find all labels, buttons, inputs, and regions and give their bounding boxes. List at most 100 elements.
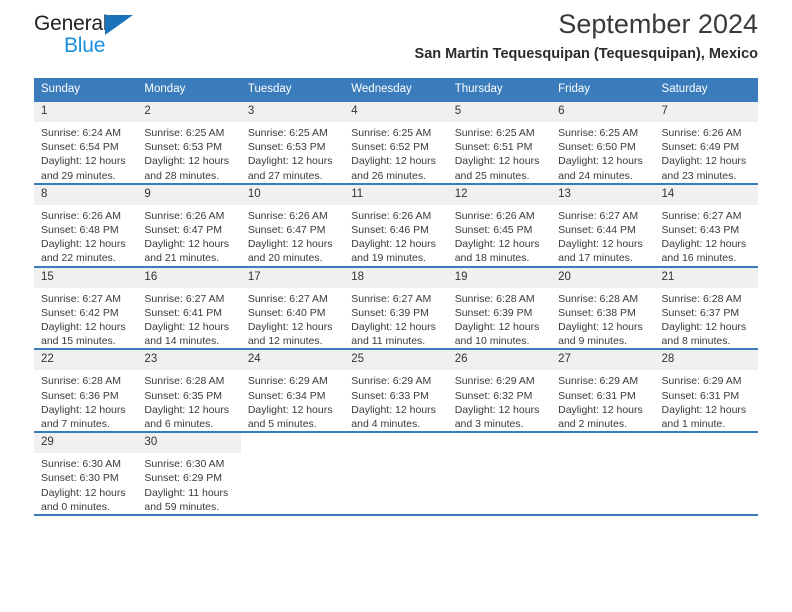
day-info bbox=[344, 453, 447, 457]
daylight-text: Daylight: 12 hours and 5 minutes. bbox=[247, 403, 333, 431]
daylight-text: Daylight: 11 hours and 59 minutes. bbox=[144, 486, 229, 513]
day-number: 17 bbox=[240, 267, 345, 288]
calendar-day-cell[interactable]: 21 Sunrise: 6:28 AM Sunset: 6:37 PM Dayligh… bbox=[654, 265, 758, 350]
day-number bbox=[344, 433, 448, 454]
calendar-day-cell[interactable]: 27 Sunrise: 6:29 AM Sunset: 6:31 PM Dayligh… bbox=[551, 348, 655, 433]
day-info: Sunrise: 6:27 AM Sunset: 6:41 PM Daylight:… bbox=[137, 288, 240, 349]
day-number bbox=[654, 433, 758, 454]
sunset-text: Sunset: 6:50 PM bbox=[558, 141, 636, 154]
day-info: Sunrise: 6:29 AM Sunset: 6:32 PM Daylight:… bbox=[448, 370, 551, 431]
day-number: 20 bbox=[551, 267, 655, 288]
sunset-text: Sunset: 6:48 PM bbox=[41, 224, 119, 237]
sunset-text: Sunset: 6:49 PM bbox=[661, 141, 740, 154]
day-number: 27 bbox=[551, 350, 655, 371]
sunset-text: Sunset: 6:31 PM bbox=[558, 389, 636, 402]
calendar-day-cell[interactable]: 23 Sunrise: 6:28 AM Sunset: 6:35 PM Dayligh… bbox=[137, 348, 241, 433]
generalblue-logo: General Blue bbox=[34, 12, 214, 60]
sunset-text: Sunset: 6:43 PM bbox=[661, 224, 740, 237]
weekday-header-friday: Friday bbox=[551, 78, 655, 101]
day-number: 19 bbox=[447, 267, 552, 288]
day-info: Sunrise: 6:26 AM Sunset: 6:45 PM Daylight:… bbox=[448, 205, 551, 266]
sunset-text: Sunset: 6:40 PM bbox=[247, 306, 326, 319]
calendar-week-row: 15 Sunrise: 6:27 AM Sunset: 6:42 PM Dayligh… bbox=[34, 265, 758, 350]
calendar-cell-empty bbox=[654, 431, 758, 517]
sunset-text: Sunset: 6:33 PM bbox=[351, 389, 429, 402]
sunrise-text: Sunrise: 6:29 AM bbox=[661, 375, 742, 388]
sunset-text: Sunset: 6:29 PM bbox=[144, 472, 223, 485]
calendar-day-cell[interactable]: 13 Sunrise: 6:27 AM Sunset: 6:44 PM Dayligh… bbox=[551, 182, 655, 267]
calendar-day-cell[interactable]: 11 Sunrise: 6:26 AM Sunset: 6:46 PM Dayligh… bbox=[344, 182, 448, 267]
sunrise-text: Sunrise: 6:26 AM bbox=[247, 209, 328, 222]
day-info: Sunrise: 6:25 AM Sunset: 6:53 PM Daylight:… bbox=[241, 122, 344, 183]
calendar-day-cell[interactable]: 15 Sunrise: 6:27 AM Sunset: 6:42 PM Dayligh… bbox=[34, 265, 138, 350]
calendar-day-cell[interactable]: 28 Sunrise: 6:29 AM Sunset: 6:31 PM Dayligh… bbox=[654, 348, 758, 433]
sunrise-text: Sunrise: 6:28 AM bbox=[41, 375, 121, 388]
sunrise-text: Sunrise: 6:29 AM bbox=[247, 375, 328, 388]
calendar-day-cell[interactable]: 10 Sunrise: 6:26 AM Sunset: 6:47 PM Dayligh… bbox=[240, 182, 345, 267]
calendar-day-cell[interactable]: 25 Sunrise: 6:29 AM Sunset: 6:33 PM Dayligh… bbox=[344, 348, 448, 433]
day-info: Sunrise: 6:25 AM Sunset: 6:52 PM Daylight:… bbox=[344, 122, 447, 183]
calendar-day-cell[interactable]: 14 Sunrise: 6:27 AM Sunset: 6:43 PM Dayligh… bbox=[654, 182, 758, 267]
calendar-day-cell[interactable]: 1 Sunrise: 6:24 AM Sunset: 6:54 PM Daylight… bbox=[34, 100, 138, 184]
calendar-day-cell[interactable]: 4 Sunrise: 6:25 AM Sunset: 6:52 PM Daylight… bbox=[344, 100, 448, 184]
calendar-day-cell[interactable]: 6 Sunrise: 6:25 AM Sunset: 6:50 PM Daylight… bbox=[551, 100, 655, 184]
day-number: 23 bbox=[137, 350, 241, 371]
calendar-day-cell[interactable]: 8 Sunrise: 6:26 AM Sunset: 6:48 PM Daylight… bbox=[34, 182, 138, 267]
daylight-text: Daylight: 12 hours and 1 minute. bbox=[661, 403, 747, 431]
day-info bbox=[655, 453, 758, 457]
daylight-text: Daylight: 12 hours and 10 minutes. bbox=[454, 321, 540, 348]
calendar-day-cell[interactable]: 30 Sunrise: 6:30 AM Sunset: 6:29 PM Dayligh… bbox=[137, 431, 241, 517]
day-number: 28 bbox=[654, 350, 758, 371]
calendar-day-cell[interactable]: 26 Sunrise: 6:29 AM Sunset: 6:32 PM Dayligh… bbox=[447, 348, 552, 433]
day-info: Sunrise: 6:30 AM Sunset: 6:29 PM Daylight:… bbox=[137, 453, 240, 514]
calendar-week-row: 29 Sunrise: 6:30 AM Sunset: 6:30 PM Dayligh… bbox=[34, 431, 758, 517]
day-info: Sunrise: 6:25 AM Sunset: 6:51 PM Daylight:… bbox=[448, 122, 551, 183]
sunset-text: Sunset: 6:30 PM bbox=[41, 472, 119, 485]
day-number: 6 bbox=[551, 102, 655, 122]
calendar-day-cell[interactable]: 22 Sunrise: 6:28 AM Sunset: 6:36 PM Dayligh… bbox=[34, 348, 138, 433]
day-info: Sunrise: 6:28 AM Sunset: 6:35 PM Daylight:… bbox=[137, 370, 240, 431]
calendar-day-cell[interactable]: 3 Sunrise: 6:25 AM Sunset: 6:53 PM Daylight… bbox=[240, 100, 345, 184]
sunset-text: Sunset: 6:35 PM bbox=[144, 389, 223, 402]
sunset-text: Sunset: 6:53 PM bbox=[247, 141, 326, 154]
calendar-day-cell[interactable]: 16 Sunrise: 6:27 AM Sunset: 6:41 PM Dayligh… bbox=[137, 265, 241, 350]
calendar-day-cell[interactable]: 12 Sunrise: 6:26 AM Sunset: 6:45 PM Dayligh… bbox=[447, 182, 552, 267]
calendar-day-cell[interactable]: 2 Sunrise: 6:25 AM Sunset: 6:53 PM Daylight… bbox=[137, 100, 241, 184]
daylight-text: Daylight: 12 hours and 14 minutes. bbox=[144, 321, 230, 348]
sunrise-text: Sunrise: 6:26 AM bbox=[351, 209, 432, 222]
sunset-text: Sunset: 6:46 PM bbox=[351, 224, 429, 237]
weekday-header-wednesday: Wednesday bbox=[344, 78, 448, 101]
daylight-text: Daylight: 12 hours and 17 minutes. bbox=[558, 238, 643, 265]
sunrise-text: Sunrise: 6:26 AM bbox=[41, 209, 121, 222]
day-info: Sunrise: 6:25 AM Sunset: 6:53 PM Daylight:… bbox=[137, 122, 240, 183]
day-number: 30 bbox=[137, 433, 241, 454]
daylight-text: Daylight: 12 hours and 16 minutes. bbox=[661, 238, 747, 265]
calendar-day-cell[interactable]: 7 Sunrise: 6:26 AM Sunset: 6:49 PM Daylight… bbox=[654, 100, 758, 184]
daylight-text: Daylight: 12 hours and 9 minutes. bbox=[558, 321, 643, 348]
calendar-cell-empty bbox=[344, 431, 448, 517]
day-info: Sunrise: 6:27 AM Sunset: 6:44 PM Daylight:… bbox=[551, 205, 654, 266]
day-number: 22 bbox=[34, 350, 138, 371]
day-info: Sunrise: 6:30 AM Sunset: 6:30 PM Daylight:… bbox=[34, 453, 137, 514]
day-number: 11 bbox=[344, 184, 448, 205]
sunrise-text: Sunrise: 6:27 AM bbox=[351, 292, 432, 305]
calendar-week-row: 22 Sunrise: 6:28 AM Sunset: 6:36 PM Dayligh… bbox=[34, 348, 758, 433]
calendar-day-cell[interactable]: 9 Sunrise: 6:26 AM Sunset: 6:47 PM Daylight… bbox=[137, 182, 241, 267]
calendar-day-cell[interactable]: 18 Sunrise: 6:27 AM Sunset: 6:39 PM Dayligh… bbox=[344, 265, 448, 350]
weekday-header-sunday: Sunday bbox=[34, 78, 138, 101]
logo-triangle-icon bbox=[105, 15, 133, 35]
sunrise-text: Sunrise: 6:27 AM bbox=[41, 292, 121, 305]
daylight-text: Daylight: 12 hours and 27 minutes. bbox=[247, 155, 333, 182]
calendar-day-cell[interactable]: 24 Sunrise: 6:29 AM Sunset: 6:34 PM Dayligh… bbox=[240, 348, 345, 433]
calendar-day-cell[interactable]: 29 Sunrise: 6:30 AM Sunset: 6:30 PM Dayligh… bbox=[34, 431, 138, 517]
sunrise-sunset-calendar: Sunday Monday Tuesday Wednesday Thursday… bbox=[34, 78, 758, 517]
calendar-day-cell[interactable]: 5 Sunrise: 6:25 AM Sunset: 6:51 PM Daylight… bbox=[447, 100, 552, 184]
day-number: 24 bbox=[240, 350, 345, 371]
calendar-day-cell[interactable]: 17 Sunrise: 6:27 AM Sunset: 6:40 PM Dayligh… bbox=[240, 265, 345, 350]
daylight-text: Daylight: 12 hours and 28 minutes. bbox=[144, 155, 230, 182]
calendar-day-cell[interactable]: 19 Sunrise: 6:28 AM Sunset: 6:39 PM Dayligh… bbox=[447, 265, 552, 350]
calendar-header-row: Sunday Monday Tuesday Wednesday Thursday… bbox=[34, 78, 758, 101]
daylight-text: Daylight: 12 hours and 23 minutes. bbox=[661, 155, 747, 182]
calendar-day-cell[interactable]: 20 Sunrise: 6:28 AM Sunset: 6:38 PM Dayligh… bbox=[551, 265, 655, 350]
day-info: Sunrise: 6:28 AM Sunset: 6:36 PM Daylight:… bbox=[34, 370, 137, 431]
